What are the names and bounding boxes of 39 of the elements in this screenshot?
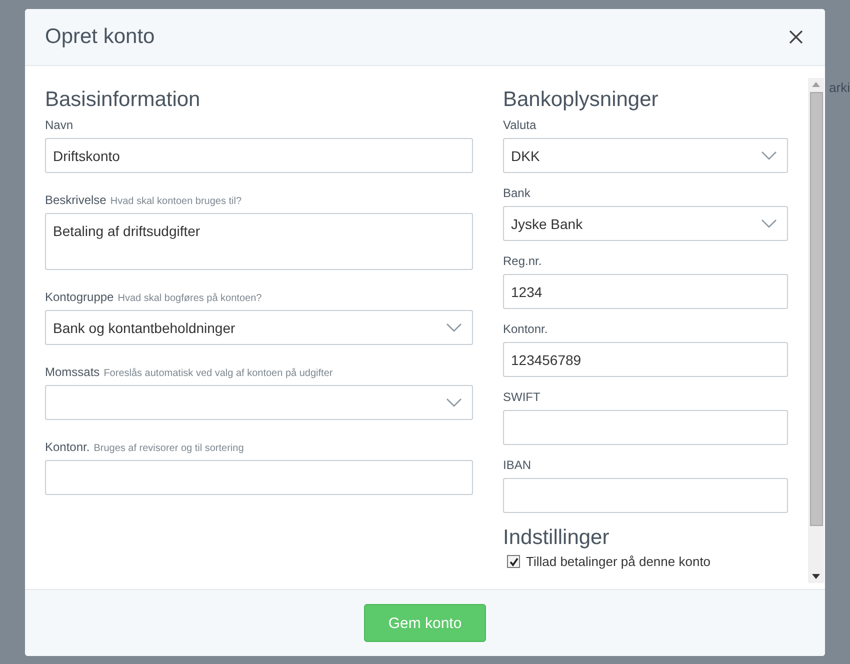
select-field[interactable]: DKK	[503, 138, 788, 173]
background-text: arki	[829, 80, 850, 95]
field-label: Kontogruppe Hvad skal bogføres på kontoen?	[45, 290, 263, 304]
field-label: Navn	[45, 118, 74, 132]
select-field[interactable]: Jyske Bank	[503, 206, 788, 241]
chevron-down-icon	[446, 323, 462, 332]
field-label: IBAN	[503, 458, 532, 472]
input-field[interactable]	[503, 410, 788, 445]
field-label: Beskrivelse Hvad skal kontoen bruges til?	[45, 193, 243, 207]
select-field[interactable]: Bank og kontantbeholdninger	[45, 310, 473, 345]
field-label: SWIFT	[503, 390, 542, 404]
input-field[interactable]	[45, 460, 473, 495]
input-field[interactable]: 123456789	[503, 342, 788, 377]
arrow-up-icon[interactable]	[812, 82, 820, 87]
select-field[interactable]	[45, 385, 473, 420]
field-label: Kontonr. Bruges af revisorer og til sortering	[45, 440, 245, 454]
section-heading: Indstillinger	[503, 526, 610, 550]
input-field[interactable]: Driftskonto	[45, 138, 473, 173]
close-button[interactable]	[787, 28, 805, 46]
checkbox[interactable]	[507, 555, 520, 568]
field-label: Valuta	[503, 118, 538, 132]
input-field[interactable]	[503, 478, 788, 513]
field-label: Bank	[503, 186, 532, 200]
field-label: Kontonr.	[503, 322, 549, 336]
chevron-down-icon	[761, 219, 777, 228]
checkbox-label: Tillad betalinger på denne konto	[526, 554, 711, 569]
input-field[interactable]: 1234	[503, 274, 788, 309]
scrollbar-thumb[interactable]	[810, 92, 822, 526]
arrow-down-icon[interactable]	[812, 574, 820, 579]
chevron-down-icon	[761, 151, 777, 160]
close-icon	[789, 30, 803, 44]
field-label: Reg.nr.	[503, 254, 543, 268]
section-heading: Bankoplysninger	[503, 88, 660, 112]
section-heading: Basisinformation	[45, 88, 202, 112]
dialog-title: Opret konto	[45, 25, 155, 49]
textarea-field[interactable]: Betaling af driftsudgifter	[45, 213, 473, 270]
field-label: Momssats Foreslås automatisk ved valg af kontoen på udgifter	[45, 365, 334, 379]
chevron-down-icon	[446, 398, 462, 407]
scrollbar[interactable]	[808, 78, 824, 583]
